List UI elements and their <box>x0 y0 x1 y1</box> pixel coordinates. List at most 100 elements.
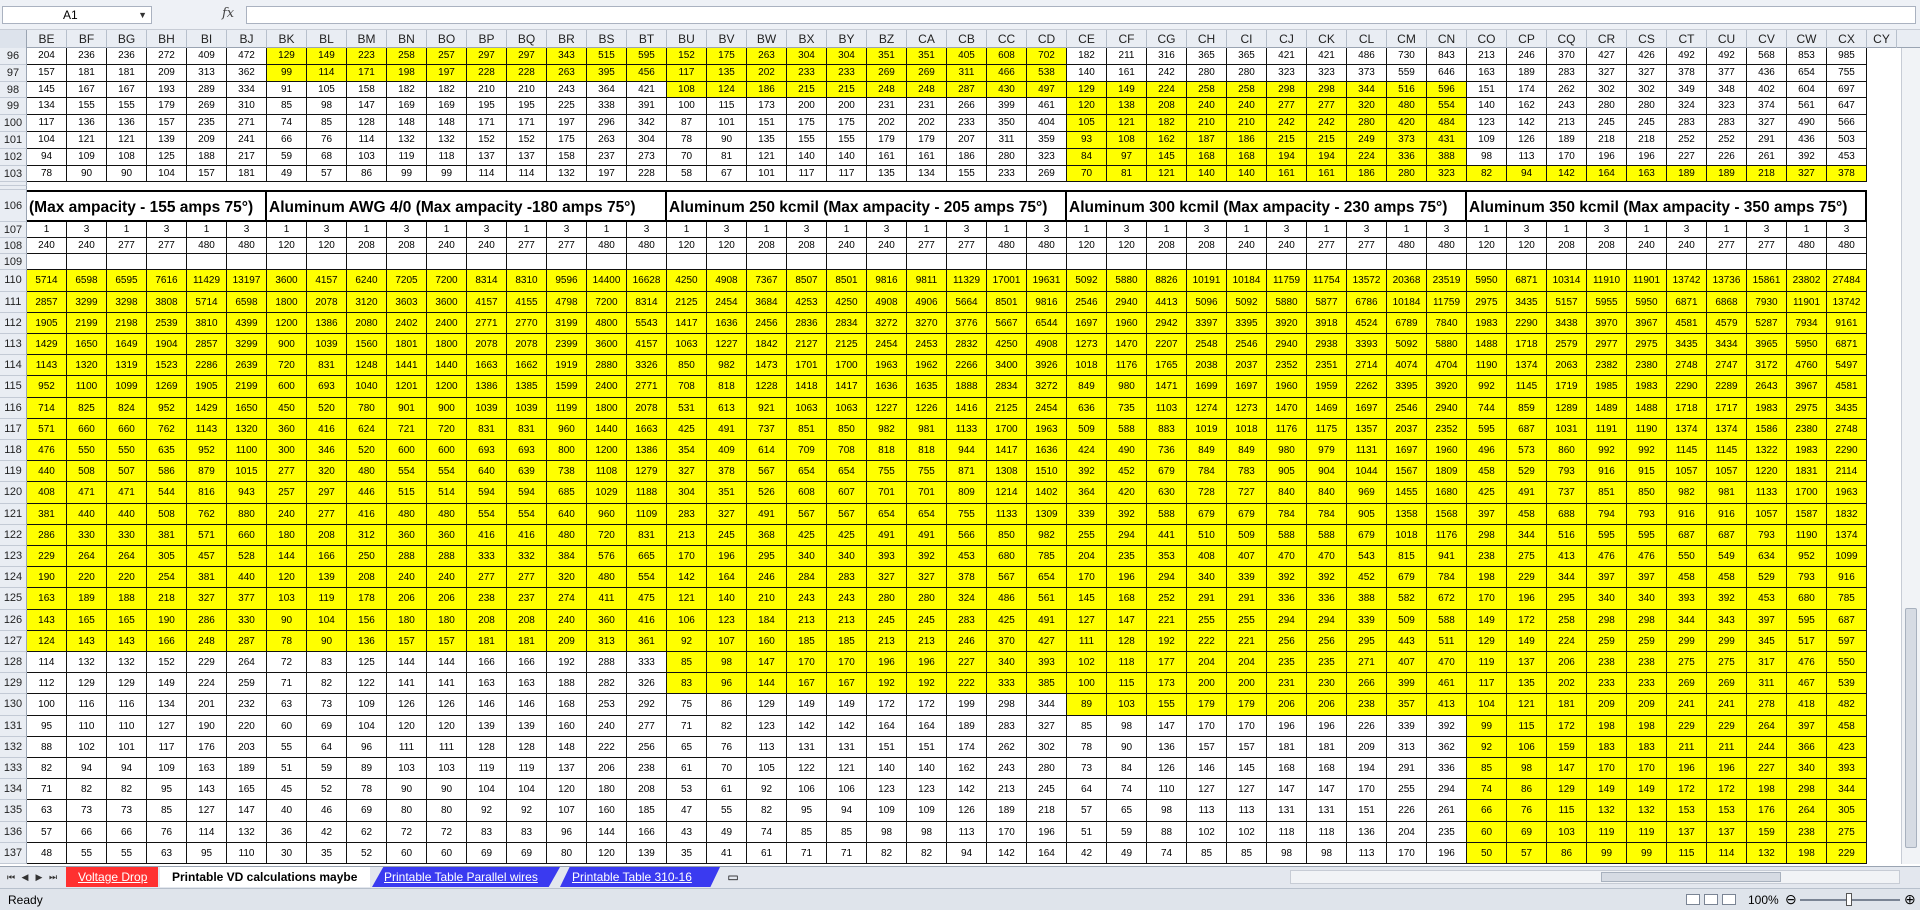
cell[interactable]: 3 <box>1747 222 1787 239</box>
cell[interactable]: 1 <box>587 222 627 239</box>
cell[interactable]: 213 <box>667 524 707 546</box>
cell[interactable]: 242 <box>1147 64 1187 82</box>
cell[interactable]: 192 <box>547 652 587 674</box>
cell[interactable]: 2351 <box>1307 355 1347 377</box>
cell[interactable]: 1145 <box>1667 440 1707 462</box>
cell[interactable]: 316 <box>1147 48 1187 65</box>
cell[interactable]: 277 <box>307 503 347 525</box>
cell[interactable]: 257 <box>267 482 307 504</box>
cell[interactable]: 475 <box>627 588 667 610</box>
cell[interactable]: 266 <box>1347 673 1387 695</box>
cell[interactable]: 424 <box>1067 440 1107 462</box>
cell[interactable]: 146 <box>467 694 507 716</box>
cell[interactable]: 1470 <box>1267 397 1307 419</box>
cell[interactable]: 458 <box>1827 715 1867 737</box>
cell[interactable]: 88 <box>27 736 67 758</box>
cell[interactable]: 3120 <box>347 291 387 313</box>
cell[interactable]: 196 <box>1507 588 1547 610</box>
cell[interactable]: 211 <box>1707 736 1747 758</box>
cell[interactable]: 943 <box>227 482 267 504</box>
cell[interactable]: 1039 <box>467 397 507 419</box>
cell[interactable]: 238 <box>467 588 507 610</box>
cell[interactable]: 1800 <box>267 291 307 313</box>
cell[interactable]: 196 <box>867 652 907 674</box>
cell[interactable]: 2290 <box>1827 440 1867 462</box>
cell[interactable]: 259 <box>1627 630 1667 652</box>
cell[interactable]: 471 <box>107 482 147 504</box>
cell[interactable]: 72 <box>427 821 467 843</box>
cell[interactable]: 384 <box>547 546 587 568</box>
cell[interactable]: 554 <box>387 461 427 483</box>
row-header[interactable]: 108 <box>0 238 27 255</box>
cell[interactable]: 1248 <box>347 355 387 377</box>
cell[interactable]: 679 <box>1227 503 1267 525</box>
cell[interactable]: 6595 <box>107 270 147 292</box>
cell[interactable]: 13742 <box>1827 291 1867 313</box>
cell[interactable]: 297 <box>307 482 347 504</box>
cell[interactable]: 480 <box>1827 238 1867 255</box>
cell[interactable]: 283 <box>947 609 987 631</box>
cell[interactable]: 200 <box>1227 673 1267 695</box>
cell[interactable]: 2546 <box>1067 291 1107 313</box>
cell[interactable]: 132 <box>547 165 587 183</box>
column-header[interactable]: BH <box>147 30 187 48</box>
cell[interactable]: 233 <box>1587 673 1627 695</box>
cell[interactable]: 3967 <box>1627 312 1667 334</box>
column-header[interactable]: CS <box>1627 30 1667 48</box>
cell[interactable]: 880 <box>227 503 267 525</box>
cell[interactable]: 288 <box>387 546 427 568</box>
cell[interactable]: 405 <box>947 48 987 65</box>
cell[interactable] <box>107 254 147 271</box>
cell[interactable]: 186 <box>947 148 987 166</box>
cell[interactable]: 170 <box>667 546 707 568</box>
cell[interactable]: 1765 <box>1147 355 1187 377</box>
cell[interactable]: 166 <box>507 652 547 674</box>
cell[interactable]: 163 <box>1627 165 1667 183</box>
cell[interactable]: 280 <box>1027 758 1067 780</box>
cell[interactable]: 2266 <box>947 355 987 377</box>
cell[interactable]: 543 <box>1347 546 1387 568</box>
cell[interactable]: 221 <box>1227 630 1267 652</box>
cell[interactable]: 115 <box>1667 842 1707 864</box>
cell[interactable]: 5287 <box>1747 312 1787 334</box>
cell[interactable]: 149 <box>1587 779 1627 801</box>
cell[interactable]: 255 <box>1187 609 1227 631</box>
cell[interactable]: 879 <box>187 461 227 483</box>
cell[interactable]: 275 <box>1667 652 1707 674</box>
cell[interactable]: 343 <box>1707 609 1747 631</box>
cell[interactable] <box>1267 254 1307 271</box>
cell[interactable]: 1100 <box>67 376 107 398</box>
cell[interactable]: 69 <box>507 842 547 864</box>
row-header[interactable]: 102 <box>0 148 27 166</box>
cell[interactable]: 2454 <box>1027 397 1067 419</box>
cell[interactable]: 170 <box>1187 715 1227 737</box>
cell[interactable]: 693 <box>307 376 347 398</box>
cell[interactable]: 98 <box>1467 148 1507 166</box>
cell[interactable]: 1 <box>507 222 547 239</box>
cell[interactable]: 679 <box>1187 503 1227 525</box>
cell[interactable]: 98 <box>1507 758 1547 780</box>
cell[interactable]: 470 <box>1267 546 1307 568</box>
cell[interactable]: 172 <box>867 694 907 716</box>
cell[interactable]: 206 <box>427 588 467 610</box>
cell[interactable]: 549 <box>1707 546 1747 568</box>
cell[interactable]: 294 <box>1267 609 1307 631</box>
cell[interactable]: 263 <box>547 64 587 82</box>
cell[interactable]: 105 <box>1067 115 1107 132</box>
cell[interactable]: 647 <box>1827 98 1867 116</box>
cell[interactable]: 129 <box>267 48 307 65</box>
cell[interactable]: 195 <box>467 98 507 116</box>
cell[interactable]: 2880 <box>587 355 627 377</box>
cell[interactable]: 3298 <box>107 291 147 313</box>
cell[interactable]: 1200 <box>427 376 467 398</box>
cell[interactable]: 3397 <box>1187 312 1227 334</box>
cell[interactable]: 208 <box>347 567 387 589</box>
cell[interactable]: 160 <box>547 715 587 737</box>
cell[interactable]: 1143 <box>187 418 227 440</box>
cell[interactable]: 283 <box>1707 115 1747 132</box>
cell[interactable]: 140 <box>787 148 827 166</box>
cell[interactable]: 57 <box>1507 842 1547 864</box>
cell[interactable]: 728 <box>1187 482 1227 504</box>
cell[interactable]: 800 <box>547 440 587 462</box>
cell[interactable]: 359 <box>1027 132 1067 149</box>
